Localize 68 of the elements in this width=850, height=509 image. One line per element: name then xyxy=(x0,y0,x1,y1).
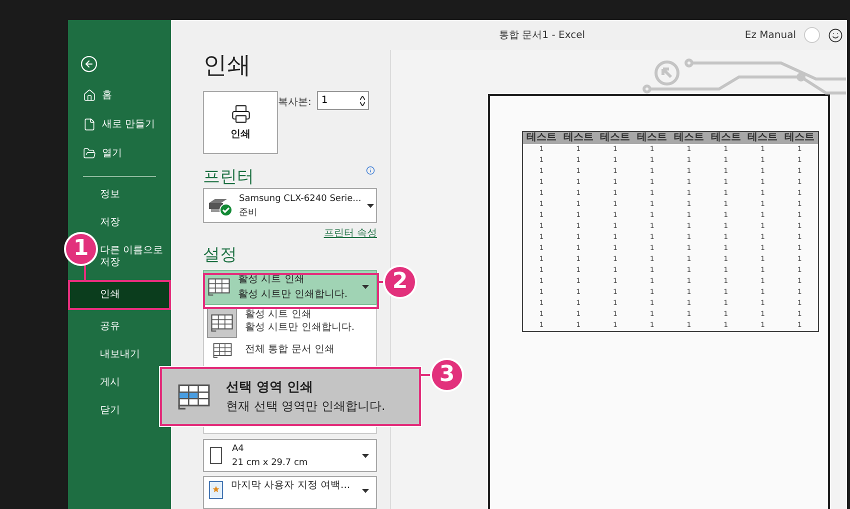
paper-size-dropdown[interactable]: A4 21 cm x 29.7 cm xyxy=(203,439,377,472)
back-button[interactable] xyxy=(80,55,98,73)
column-header: 테스트 xyxy=(672,132,705,144)
printer-properties-link[interactable]: 프린터 속성 xyxy=(324,226,377,242)
print-range-dropdown[interactable]: 활성 시트 인쇄 활성 시트만 인쇄합니다. xyxy=(203,270,377,305)
caret-icon xyxy=(362,454,369,458)
margins-dropdown[interactable]: 마지막 사용자 지정 여백... xyxy=(203,476,377,509)
sidebar-item[interactable]: 정보 xyxy=(100,189,164,201)
column-header: 테스트 xyxy=(525,132,558,144)
menu-item[interactable]: 활성 시트 인쇄 활성 시트만 인쇄합니다. xyxy=(207,306,373,339)
column-header: 테스트 xyxy=(599,132,632,144)
printer-icon xyxy=(230,104,250,124)
smiley-icon xyxy=(828,28,843,42)
sidebar-item[interactable]: 다른 이름으로 저장 xyxy=(100,245,164,269)
caret-icon xyxy=(367,204,374,208)
column-header: 테스트 xyxy=(746,132,779,144)
sidebar-item[interactable]: 게시 xyxy=(100,377,164,389)
option-description: 현재 선택 영역만 인쇄합니다. xyxy=(226,398,386,414)
print-button[interactable]: 인쇄 xyxy=(203,91,278,154)
caret-icon xyxy=(362,285,369,290)
sidebar-item[interactable]: 닫기 xyxy=(100,405,164,417)
sidebar-item[interactable]: 내보내기 xyxy=(100,349,164,361)
caret-icon xyxy=(362,489,369,494)
option-title: 마지막 사용자 지정 여백... xyxy=(231,479,352,494)
option-title: 전체 통합 문서 인쇄 xyxy=(245,342,335,356)
section-heading: 설정 xyxy=(203,245,238,266)
option-description: 활성 시트만 인쇄합니다. xyxy=(238,288,349,302)
column-header: 테스트 xyxy=(636,132,668,144)
sidebar-item-label: 열기 xyxy=(102,147,122,161)
column-header: 테스트 xyxy=(562,132,594,144)
option-title: 선택 영역 인쇄 xyxy=(226,378,314,396)
printer-dropdown[interactable]: Samsung CLX-6240 Serie... 준비 xyxy=(203,188,377,224)
option-description: 21 cm x 29.7 cm xyxy=(232,456,309,470)
copies-spinner[interactable]: 1 xyxy=(317,91,370,110)
margins-icon xyxy=(209,481,223,500)
column-header: 테스트 xyxy=(784,132,816,144)
window-title: 통합 문서1 - Excel xyxy=(499,28,585,42)
sidebar-item[interactable]: 저장 xyxy=(100,217,164,229)
option-title: 활성 시트 인쇄 xyxy=(245,308,312,321)
sidebar-item-label: 새로 만들기 xyxy=(102,118,156,132)
menu-item[interactable]: 전체 통합 문서 인쇄 xyxy=(207,342,373,359)
option-title: A4 xyxy=(232,442,245,456)
sidebar-item[interactable]: 열기 xyxy=(83,139,122,168)
table-icon xyxy=(212,342,232,358)
sidebar-item[interactable]: 새로 만들기 xyxy=(83,110,156,139)
back-icon xyxy=(80,55,98,73)
avatar xyxy=(804,27,820,43)
column-header: 테스트 xyxy=(710,132,742,144)
printer-name: Samsung CLX-6240 Serie... xyxy=(239,192,362,206)
home-icon xyxy=(83,89,96,102)
selection-table-icon xyxy=(178,384,210,410)
table-icon xyxy=(208,278,230,296)
document-icon xyxy=(83,118,96,131)
section-heading: 프린터 xyxy=(203,166,254,188)
copies-label: 복사본: xyxy=(277,96,312,110)
page-heading: 인쇄 xyxy=(203,51,252,79)
sidebar-item-label: 홈 xyxy=(102,89,112,103)
user-name: Ez Manual xyxy=(744,28,796,42)
option-title: 활성 시트 인쇄 xyxy=(238,273,306,288)
info-icon xyxy=(366,166,375,175)
sidebar-item[interactable]: 홈 xyxy=(83,81,112,110)
page-icon xyxy=(210,447,222,464)
sidebar-item[interactable]: 공유 xyxy=(100,321,164,333)
table-icon xyxy=(211,314,233,332)
option-description: 활성 시트만 인쇄합니다. xyxy=(245,320,355,334)
folder-icon xyxy=(83,147,96,160)
copies-value: 1 xyxy=(321,94,328,108)
printer-status: 준비 xyxy=(239,206,258,220)
